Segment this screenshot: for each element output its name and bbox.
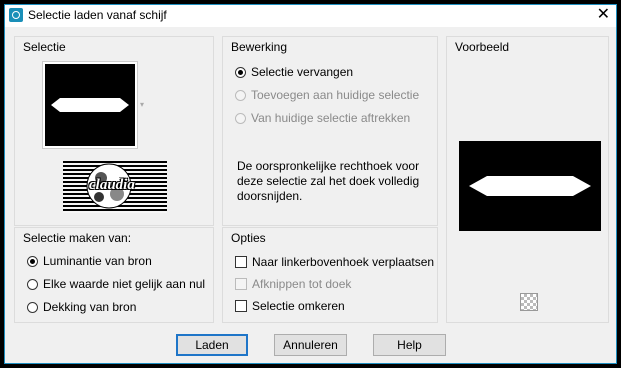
load-button[interactable]: Laden (176, 334, 248, 356)
preview-canvas (459, 141, 601, 231)
voorbeeld-label: Voorbeeld (455, 40, 510, 54)
dialog-window: Selectie laden vanaf schijf ✕ Selectie ▾… (4, 4, 617, 364)
radio-label: Luminantie van bron (43, 254, 152, 268)
radio-button[interactable] (235, 66, 246, 78)
checkbox[interactable] (235, 256, 247, 268)
radio-label: Toevoegen aan huidige selectie (251, 88, 420, 102)
checkbox-label: Afknippen tot doek (252, 277, 352, 291)
radio-button[interactable] (235, 89, 246, 101)
radio-button[interactable] (235, 112, 246, 124)
opties-group: Opties Naar linkerbovenhoek verplaatsen … (222, 227, 438, 323)
checkbox[interactable] (235, 300, 247, 312)
checkbox-afknippen[interactable]: Afknippen tot doek (235, 275, 351, 293)
radio-label: Selectie vervangen (251, 65, 354, 79)
checkbox-linkerbovenhoek[interactable]: Naar linkerbovenhoek verplaatsen (235, 253, 434, 271)
checkbox-label: Naar linkerbovenhoek verplaatsen (252, 255, 435, 269)
preview-selection-shape (469, 176, 591, 196)
radio-dekking[interactable]: Dekking van bron (27, 298, 136, 316)
selectie-maken-label: Selectie maken van: (23, 231, 132, 245)
title-bar[interactable]: Selectie laden vanaf schijf ✕ (5, 5, 616, 27)
radio-label: Dekking van bron (43, 300, 137, 314)
bewerking-group: Bewerking Selectie vervangen Toevoegen a… (222, 36, 438, 226)
thumbnail-caption: claudia (89, 177, 135, 193)
window-title: Selectie laden vanaf schijf (28, 8, 167, 22)
selectie-label: Selectie (23, 40, 66, 54)
radio-label: Van huidige selectie aftrekken (251, 111, 411, 125)
checkerboard-icon[interactable] (520, 293, 538, 311)
selection-shape (51, 98, 129, 112)
selectie-group: Selectie ▾ claudia (14, 36, 214, 226)
radio-button[interactable] (27, 301, 38, 313)
radio-aftrekken[interactable]: Van huidige selectie aftrekken (235, 109, 410, 127)
radio-toevoegen[interactable]: Toevoegen aan huidige selectie (235, 86, 419, 104)
radio-luminantie[interactable]: Luminantie van bron (27, 252, 152, 270)
checkbox-label: Selectie omkeren (252, 299, 345, 313)
checkbox-omkeren[interactable]: Selectie omkeren (235, 297, 345, 315)
opties-label: Opties (231, 231, 266, 245)
app-icon (9, 8, 23, 22)
thumbnail-scroll-arrow[interactable]: ▾ (140, 100, 144, 109)
bewerking-note: De oorspronkelijke rechthoek voor deze s… (237, 159, 420, 203)
cancel-button[interactable]: Annuleren (274, 334, 347, 356)
radio-selectie-vervangen[interactable]: Selectie vervangen (235, 63, 353, 81)
help-button[interactable]: Help (373, 334, 446, 356)
selectie-maken-group: Selectie maken van: Luminantie van bron … (14, 227, 214, 323)
radio-button[interactable] (27, 278, 38, 290)
bewerking-label: Bewerking (231, 40, 288, 54)
radio-button[interactable] (27, 255, 38, 267)
close-icon[interactable]: ✕ (597, 6, 610, 24)
radio-niet-nul[interactable]: Elke waarde niet gelijk aan nul (27, 275, 205, 293)
radio-label: Elke waarde niet gelijk aan nul (43, 277, 206, 291)
selection-thumbnail[interactable] (43, 62, 137, 148)
voorbeeld-group: Voorbeeld (446, 36, 609, 323)
checkbox[interactable] (235, 278, 247, 290)
claudia-thumbnail: claudia (63, 161, 167, 213)
